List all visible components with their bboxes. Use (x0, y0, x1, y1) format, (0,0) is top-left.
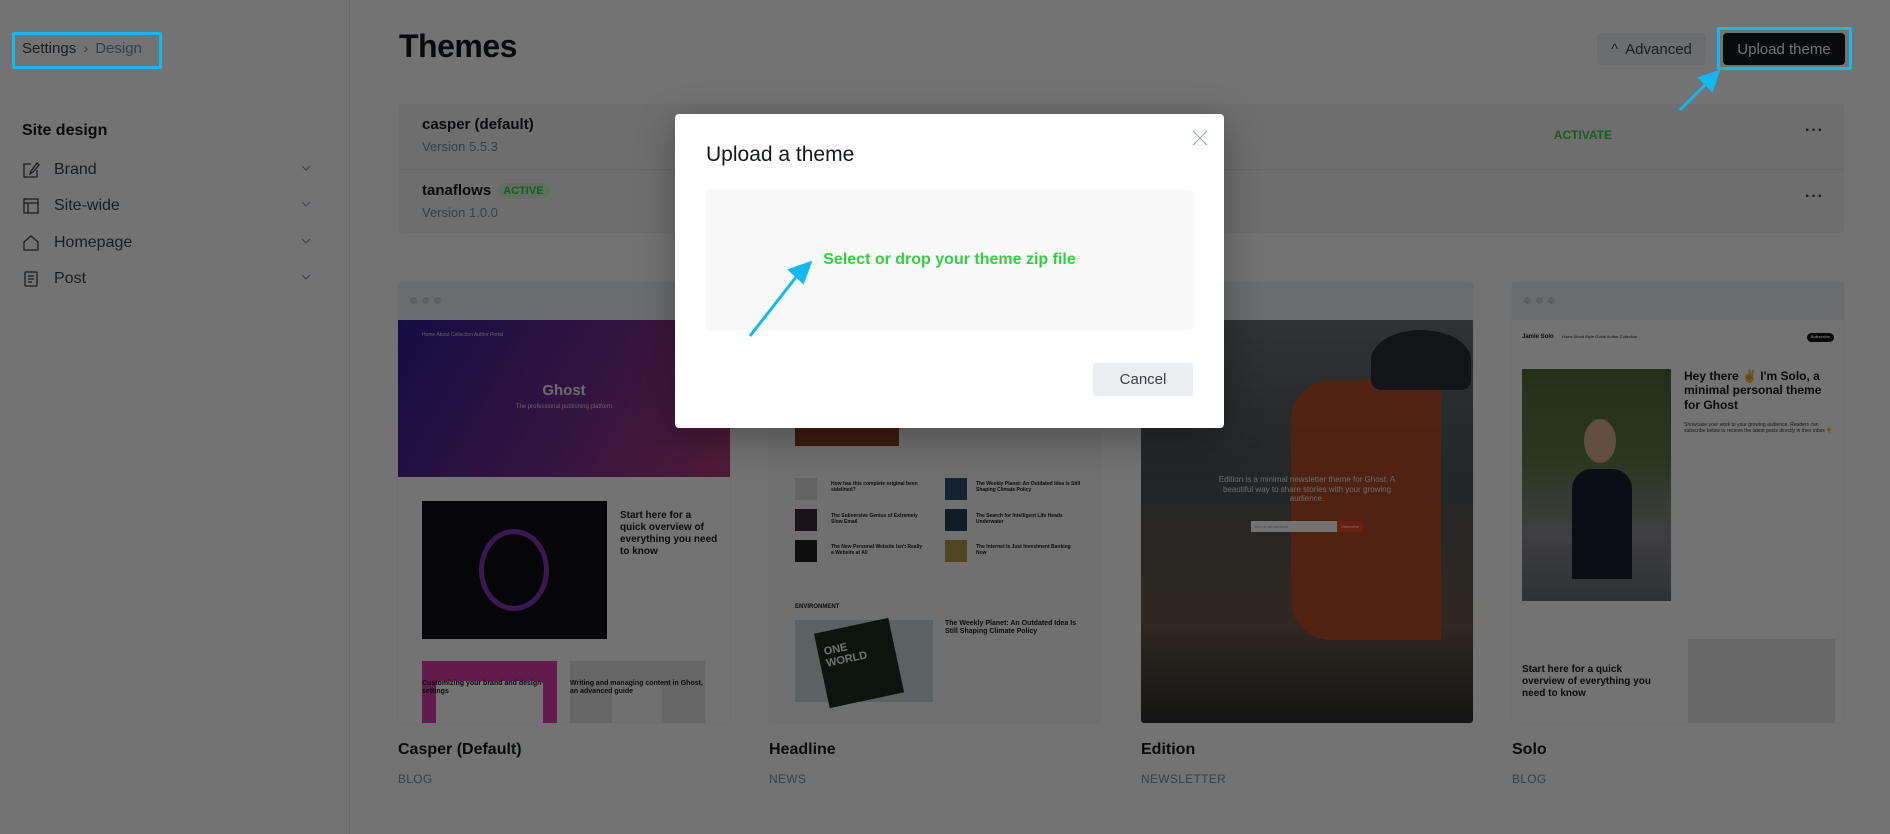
active-badge: ACTIVE (497, 182, 550, 199)
document-icon (24, 271, 38, 287)
breadcrumb-settings[interactable]: Settings (22, 40, 76, 57)
sidebar-item-brand[interactable]: Brand (22, 155, 312, 185)
breadcrumb: Settings › Design (22, 40, 142, 57)
preview-post-title: Start here for a quick overview of every… (1522, 664, 1651, 699)
preview-item: The Subversive Genius of Extremely Slow … (831, 513, 918, 525)
preview-site-title: Jamie Solo (1522, 334, 1554, 340)
close-icon[interactable] (1192, 130, 1208, 146)
preview-headline: Edition is a minimal newsletter theme fo… (1218, 475, 1396, 504)
preview-headline: Hey there ✌ I'm Solo, a minimal personal… (1684, 369, 1822, 412)
advanced-button[interactable]: ^ Advanced (1597, 33, 1706, 65)
theme-name[interactable]: Solo (1512, 741, 1547, 759)
theme-name[interactable]: Headline (769, 741, 836, 759)
advanced-label: Advanced (1625, 40, 1692, 58)
theme-name[interactable]: Casper (Default) (398, 741, 522, 759)
sidebar-item-label: Site-wide (54, 197, 120, 214)
activate-button[interactable]: ACTIVATE (1554, 128, 1612, 142)
layout-icon (23, 198, 39, 214)
theme-card-solo[interactable]: Jamie Solo Home About Style Guide Author… (1512, 282, 1844, 723)
preview-image (1688, 639, 1835, 723)
preview-post-title: Customizing your brand and design settin… (422, 680, 542, 696)
theme-category: NEWSLETTER (1141, 772, 1227, 786)
preview-section: ENVIRONMENT (795, 604, 840, 610)
preview-post-title: Writing and managing content in Ghost, a… (570, 680, 703, 696)
preview-subscribe: Subscribe (1806, 333, 1834, 342)
preview-item: The Weekly Planet: An Outdated Idea Is S… (976, 481, 1081, 493)
dropzone-label: Select or drop your theme zip file (823, 251, 1076, 268)
brush-icon (23, 162, 40, 178)
preview-image (422, 501, 607, 639)
preview-nav: Home About Style Guide Author Collection (1562, 334, 1638, 339)
preview-item: The New Personal Website Isn't Really a … (831, 544, 923, 556)
upload-theme-modal: Upload a theme Select or drop your theme… (675, 114, 1224, 428)
browser-bar (1512, 282, 1844, 320)
preview-photo (1522, 369, 1671, 601)
theme-name[interactable]: Edition (1141, 741, 1195, 759)
sidebar-item-label: Homepage (54, 234, 133, 251)
theme-category: NEWS (769, 772, 807, 786)
chevron-down-icon (301, 238, 311, 244)
preview-feature-title: The Weekly Planet: An Outdated Idea Is S… (945, 620, 1077, 636)
site-design-heading: Site design (22, 122, 108, 139)
cancel-button[interactable]: Cancel (1093, 363, 1193, 396)
chevron-down-icon (301, 165, 311, 171)
theme-name: casper (default) (422, 116, 534, 133)
preview-email-field: Your email address Subscribe (1251, 521, 1363, 532)
home-icon (23, 235, 39, 251)
chevron-right-icon: › (83, 40, 89, 57)
preview-item: The Search for Intelligent Life Heads Un… (976, 513, 1063, 525)
sidebar-item-label: Post (54, 270, 87, 287)
more-options-icon[interactable]: ··· (1805, 188, 1824, 206)
preview-intro: Showcase your work to your growing audie… (1684, 422, 1833, 434)
chevron-down-icon (301, 201, 311, 207)
preview-nav: Home About Collection Author Portal (422, 332, 504, 338)
preview-item: How has this complete original been side… (831, 481, 918, 493)
sidebar-item-label: Brand (54, 161, 97, 178)
more-options-icon[interactable]: ··· (1805, 122, 1824, 140)
breadcrumb-design: Design (95, 40, 142, 57)
modal-title: Upload a theme (706, 143, 855, 166)
sidebar-item-homepage[interactable]: Homepage (22, 228, 312, 258)
theme-category: BLOG (398, 772, 433, 786)
preview-sign: ONE WORLD (813, 617, 905, 709)
preview-feature-title: Start here for a quick overview of every… (620, 510, 718, 557)
theme-name: tanaflows (422, 182, 492, 199)
sidebar: Settings › Design Site design Brand Site-w… (0, 0, 350, 834)
preview-image: ONE WORLD (795, 617, 933, 709)
theme-category: BLOG (1512, 772, 1547, 786)
sidebar-item-post[interactable]: Post (22, 264, 312, 294)
sidebar-item-site-wide[interactable]: Site-wide (22, 191, 312, 221)
theme-file-dropzone[interactable]: Select or drop your theme zip file (706, 190, 1193, 330)
chevron-down-icon (301, 274, 311, 280)
chevron-up-icon: ^ (1611, 40, 1619, 58)
preview-item: The Internet Is Just Investment Banking … (976, 544, 1071, 556)
page-title: Themes (399, 28, 517, 64)
upload-theme-button[interactable]: Upload theme (1723, 33, 1845, 65)
